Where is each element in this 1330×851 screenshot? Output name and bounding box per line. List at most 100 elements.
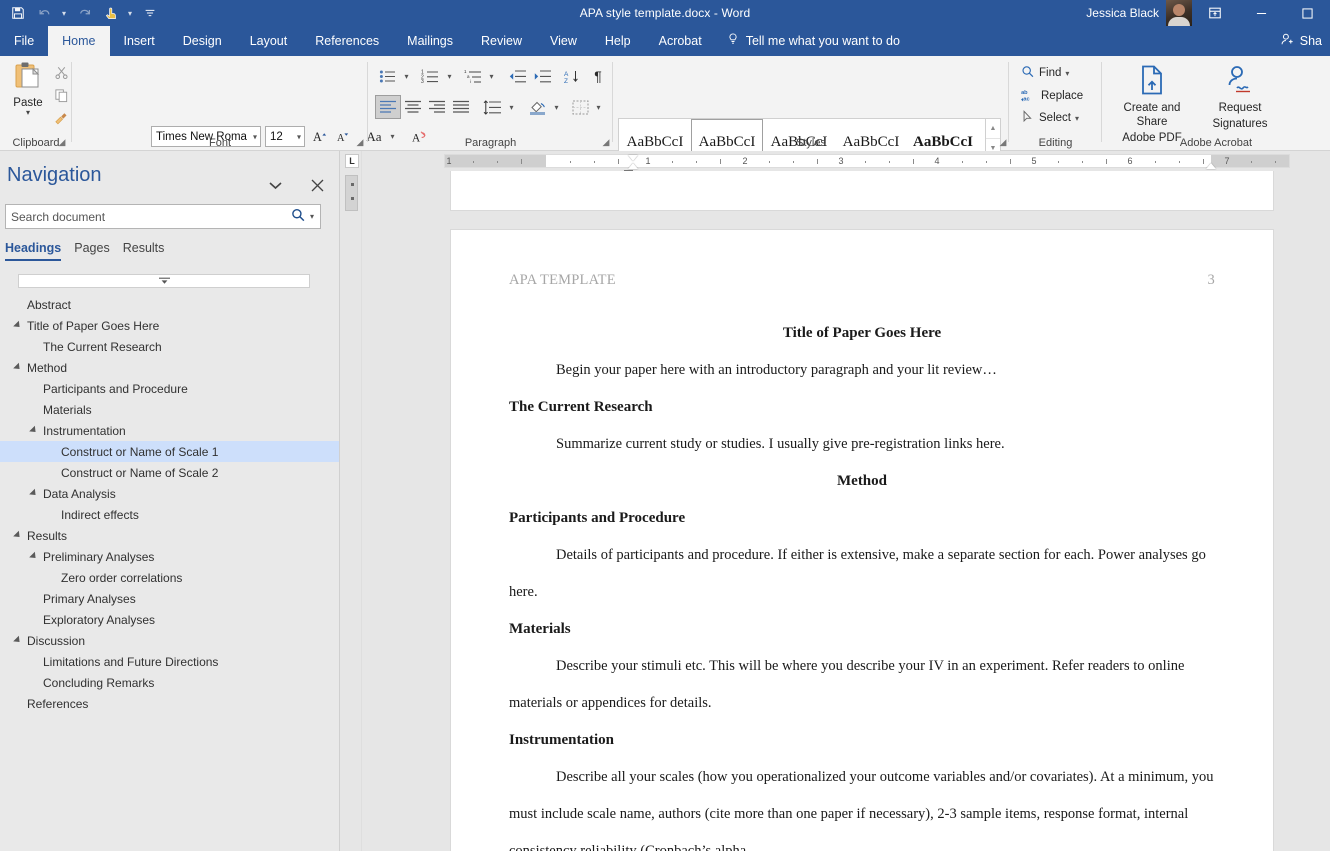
justify-icon[interactable] bbox=[449, 96, 473, 118]
select-button[interactable]: Select ▾ bbox=[1021, 108, 1079, 128]
request-signatures-button[interactable]: Request Signatures bbox=[1198, 64, 1282, 131]
decrease-indent-icon[interactable] bbox=[505, 65, 529, 87]
expand-collapse-triangle-icon[interactable] bbox=[10, 362, 26, 372]
expand-collapse-triangle-icon[interactable] bbox=[26, 551, 42, 561]
nav-heading-item[interactable]: Participants and Procedure bbox=[0, 378, 339, 399]
numbering-dropdown-icon[interactable]: ▾ bbox=[443, 65, 456, 87]
tab-layout[interactable]: Layout bbox=[236, 26, 302, 56]
nav-heading-item[interactable]: Results bbox=[0, 525, 339, 546]
nav-tab-results[interactable]: Results bbox=[123, 241, 178, 261]
expand-collapse-triangle-icon[interactable] bbox=[26, 425, 42, 435]
nav-heading-item[interactable]: Preliminary Analyses bbox=[0, 546, 339, 567]
search-input[interactable] bbox=[6, 209, 288, 224]
find-dropdown-icon[interactable]: ▾ bbox=[1065, 69, 1069, 78]
tab-insert[interactable]: Insert bbox=[110, 26, 169, 56]
nav-tab-headings[interactable]: Headings bbox=[5, 241, 74, 261]
select-dropdown-icon[interactable]: ▾ bbox=[1075, 114, 1079, 123]
nav-heading-item[interactable]: Materials bbox=[0, 399, 339, 420]
search-icon[interactable] bbox=[288, 208, 309, 226]
align-center-icon[interactable] bbox=[401, 96, 425, 118]
account-name[interactable]: Jessica Black bbox=[1086, 6, 1166, 20]
increase-indent-icon[interactable] bbox=[530, 65, 554, 87]
nav-heading-item[interactable]: The Current Research bbox=[0, 336, 339, 357]
line-spacing-dropdown-icon[interactable]: ▾ bbox=[505, 96, 518, 118]
share-button[interactable]: Sha bbox=[1280, 26, 1322, 56]
multilevel-dropdown-icon[interactable]: ▾ bbox=[485, 65, 498, 87]
expand-collapse-triangle-icon[interactable] bbox=[26, 488, 42, 498]
nav-heading-item[interactable]: Discussion bbox=[0, 630, 339, 651]
paragraph-dialog-launcher[interactable]: ◢ bbox=[600, 136, 612, 148]
format-painter-button[interactable] bbox=[50, 108, 72, 128]
tab-file[interactable]: File bbox=[0, 26, 48, 56]
hanging-indent-marker[interactable] bbox=[628, 163, 638, 169]
nav-heading-item[interactable]: Zero order correlations bbox=[0, 567, 339, 588]
nav-heading-item[interactable]: Instrumentation bbox=[0, 420, 339, 441]
search-options-dropdown-icon[interactable]: ▾ bbox=[309, 212, 320, 221]
expand-collapse-triangle-icon[interactable] bbox=[10, 530, 26, 540]
nav-heading-label: References bbox=[27, 696, 89, 711]
nav-tab-pages[interactable]: Pages bbox=[74, 241, 122, 261]
nav-heading-item[interactable]: Data Analysis bbox=[0, 483, 339, 504]
tab-references[interactable]: References bbox=[301, 26, 393, 56]
tab-stop-selector[interactable]: L bbox=[345, 154, 359, 168]
maximize-button[interactable] bbox=[1284, 0, 1330, 26]
first-line-indent-marker[interactable] bbox=[628, 155, 638, 161]
nav-heading-item[interactable]: Method bbox=[0, 357, 339, 378]
expand-collapse-triangle-icon[interactable] bbox=[10, 320, 26, 330]
font-dialog-launcher[interactable]: ◢ bbox=[354, 136, 366, 148]
line-spacing-icon[interactable] bbox=[480, 96, 504, 118]
cut-button[interactable] bbox=[50, 62, 72, 82]
nav-heading-item[interactable]: Abstract bbox=[0, 294, 339, 315]
show-formatting-marks-icon[interactable]: ¶ bbox=[587, 65, 609, 87]
clipboard-dialog-launcher[interactable]: ◢ bbox=[56, 136, 68, 148]
ribbon-display-options-icon[interactable] bbox=[1192, 0, 1238, 26]
copy-button[interactable] bbox=[50, 85, 72, 105]
page-body[interactable]: Title of Paper Goes Here Begin your paper… bbox=[451, 315, 1273, 851]
nav-heading-item[interactable]: Construct or Name of Scale 1 bbox=[0, 441, 339, 462]
sort-az-icon[interactable]: AZ bbox=[560, 65, 584, 87]
align-right-icon[interactable] bbox=[425, 96, 449, 118]
align-left-icon[interactable] bbox=[375, 95, 401, 119]
nav-heading-item[interactable]: Concluding Remarks bbox=[0, 672, 339, 693]
nav-heading-item[interactable]: Title of Paper Goes Here bbox=[0, 315, 339, 336]
navigation-scroll-top-indicator[interactable] bbox=[18, 274, 310, 288]
bullets-dropdown-icon[interactable]: ▾ bbox=[400, 65, 413, 87]
tab-review[interactable]: Review bbox=[467, 26, 536, 56]
shading-icon[interactable] bbox=[525, 96, 549, 118]
nav-heading-label: Abstract bbox=[27, 297, 72, 312]
find-button[interactable]: Find ▾ bbox=[1021, 63, 1069, 83]
minimize-button[interactable] bbox=[1238, 0, 1284, 26]
shading-dropdown-icon[interactable]: ▾ bbox=[550, 96, 563, 118]
borders-dropdown-icon[interactable]: ▾ bbox=[592, 96, 605, 118]
nav-heading-item[interactable]: Exploratory Analyses bbox=[0, 609, 339, 630]
multilevel-list-icon[interactable]: 1ai bbox=[461, 65, 485, 87]
expand-collapse-triangle-icon[interactable] bbox=[10, 635, 26, 645]
replace-button[interactable]: ab ac Replace bbox=[1021, 86, 1083, 106]
bullets-icon[interactable] bbox=[376, 65, 400, 87]
ruler-track[interactable]: 1 1 2 3 4 5 6 7 bbox=[444, 154, 1290, 177]
doc-paragraph: Begin your paper here with an introducto… bbox=[556, 362, 997, 378]
nav-heading-item[interactable]: Primary Analyses bbox=[0, 588, 339, 609]
document-page[interactable]: APA TEMPLATE 3 Title of Paper Goes Here B… bbox=[450, 229, 1274, 851]
tab-view[interactable]: View bbox=[536, 26, 591, 56]
tab-design[interactable]: Design bbox=[169, 26, 236, 56]
nav-heading-item[interactable]: Indirect effects bbox=[0, 504, 339, 525]
tell-me-search[interactable]: Tell me what you want to do bbox=[716, 26, 910, 56]
paste-dropdown-icon[interactable]: ▾ bbox=[26, 109, 30, 117]
nav-heading-item[interactable]: Construct or Name of Scale 2 bbox=[0, 462, 339, 483]
close-icon[interactable] bbox=[307, 175, 327, 195]
borders-icon[interactable] bbox=[568, 96, 592, 118]
tab-home[interactable]: Home bbox=[48, 26, 110, 56]
tab-acrobat[interactable]: Acrobat bbox=[645, 26, 716, 56]
navigation-pane-options-icon[interactable] bbox=[265, 175, 285, 195]
tab-mailings[interactable]: Mailings bbox=[393, 26, 467, 56]
search-document-box[interactable]: ▾ bbox=[5, 204, 321, 229]
paste-button[interactable]: Paste ▾ bbox=[6, 60, 50, 132]
numbering-icon[interactable]: 123 bbox=[418, 65, 442, 87]
create-and-share-adobe-pdf-button[interactable]: Create and Share Adobe PDF bbox=[1110, 64, 1194, 145]
nav-heading-item[interactable]: References bbox=[0, 693, 339, 714]
right-indent-marker[interactable] bbox=[1206, 163, 1216, 169]
nav-heading-item[interactable]: Limitations and Future Directions bbox=[0, 651, 339, 672]
avatar[interactable] bbox=[1166, 0, 1192, 26]
tab-help[interactable]: Help bbox=[591, 26, 645, 56]
